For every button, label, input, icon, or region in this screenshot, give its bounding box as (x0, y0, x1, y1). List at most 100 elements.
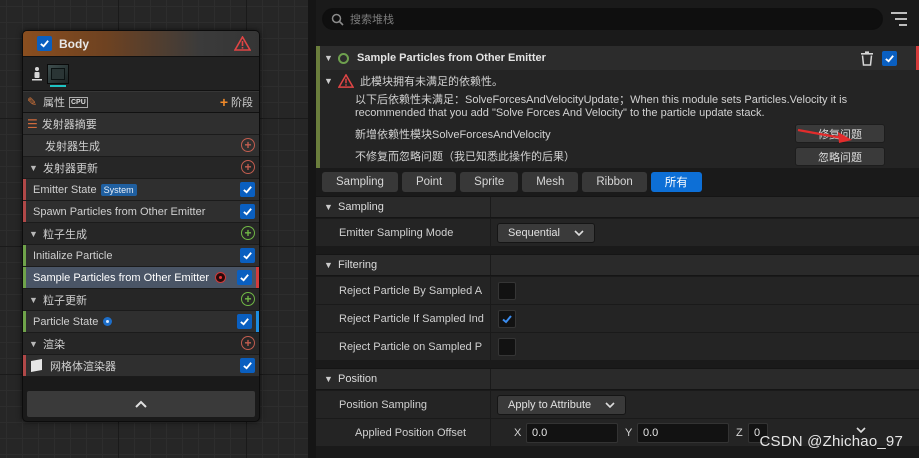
chevron-down-icon (605, 401, 615, 408)
module-enable-checkbox[interactable] (240, 182, 255, 197)
node-header[interactable]: Body (23, 31, 259, 57)
issue-text: recommended that you add "Solve Forces A… (355, 107, 765, 119)
caret-down-icon[interactable]: ▼ (324, 76, 338, 86)
add-renderer-icon[interactable]: + (241, 336, 255, 350)
position-sampling-dropdown[interactable]: Apply to Attribute (497, 394, 627, 415)
section-sampling[interactable]: ▼ Sampling (316, 196, 919, 218)
module-enable-checkbox[interactable] (237, 314, 252, 329)
checkmark-icon (243, 362, 252, 370)
search-bar: 搜索堆栈 (316, 0, 919, 38)
tab-mesh[interactable]: Mesh (522, 172, 579, 192)
collapse-node-button[interactable] (27, 391, 255, 417)
checkmark-icon (243, 208, 252, 216)
search-input[interactable]: 搜索堆栈 (322, 8, 883, 30)
dropdown-value: Apply to Attribute (508, 398, 592, 411)
emitter-spawn-row[interactable]: 发射器生成 + (23, 135, 259, 157)
prop-reject-particle-b: Reject Particle If Sampled Ind (316, 305, 919, 333)
node-title: Body (59, 36, 89, 51)
prop-reject-particle-c: Reject Particle on Sampled P (316, 333, 919, 361)
checkmark-icon (885, 54, 894, 63)
emitter-summary-row[interactable]: ☰ 发射器摘要 (23, 113, 259, 135)
caret-down-icon[interactable]: ▼ (29, 339, 39, 349)
properties-row[interactable]: ✎ 属性 CPU + 阶段 (23, 91, 259, 113)
section-position[interactable]: ▼ Position (316, 368, 919, 390)
list-icon: ☰ (27, 116, 38, 131)
y-label: Y (625, 426, 633, 439)
caret-down-icon[interactable]: ▼ (29, 229, 39, 239)
prop-label: Emitter Sampling Mode (339, 226, 454, 239)
module-row-emitter-state[interactable]: Emitter State System (23, 179, 259, 201)
particle-spawn-section[interactable]: ▼ 粒子生成 + (23, 223, 259, 245)
node-enable-checkbox[interactable] (37, 36, 52, 51)
module-row-particle-state[interactable]: Particle State (23, 311, 259, 333)
section-filtering[interactable]: ▼ Filtering (316, 254, 919, 276)
prop-emitter-sampling-mode: Emitter Sampling Mode Sequential (316, 219, 919, 247)
module-row-spawn-particles[interactable]: Spawn Particles from Other Emitter (23, 201, 259, 223)
trash-icon[interactable] (860, 50, 874, 66)
tab-sampling[interactable]: Sampling (322, 172, 398, 192)
tab-point[interactable]: Point (401, 172, 457, 192)
module-enable-checkbox[interactable] (240, 248, 255, 263)
section-title: Filtering (338, 259, 378, 271)
tab-sprite[interactable]: Sprite (460, 172, 519, 192)
panel-splitter[interactable] (308, 0, 316, 458)
caret-down-icon[interactable]: ▼ (324, 202, 338, 212)
section-title: Position (338, 373, 378, 385)
tab-ribbon[interactable]: Ribbon (582, 172, 647, 192)
checkmark-icon (40, 40, 49, 48)
module-row-initialize-particle[interactable]: Initialize Particle (23, 245, 259, 267)
emitter-sampling-mode-dropdown[interactable]: Sequential (497, 222, 595, 243)
module-row-sample-particles[interactable]: Sample Particles from Other Emitter (23, 267, 259, 289)
caret-down-icon[interactable]: ▼ (29, 295, 39, 305)
chevron-down-icon (574, 229, 584, 236)
particle-update-section[interactable]: ▼ 粒子更新 + (23, 289, 259, 311)
warning-icon[interactable] (234, 36, 251, 51)
ignore-issue-button[interactable]: 忽略问题 (795, 147, 885, 166)
caret-down-icon[interactable]: ▼ (29, 163, 39, 173)
row-label: 粒子生成 (43, 228, 87, 241)
x-input[interactable]: 0.0 (526, 422, 618, 443)
section-title: Sampling (338, 201, 384, 213)
x-label: X (514, 426, 522, 439)
renderer-enable-checkbox[interactable] (240, 358, 255, 373)
red-arrow-annotation (797, 128, 852, 143)
module-enable-checkbox[interactable] (240, 204, 255, 219)
module-enable-checkbox[interactable] (882, 50, 897, 66)
prop-label: Reject Particle If Sampled Ind (339, 312, 484, 325)
checkmark-icon (243, 186, 252, 194)
mesh-thumbnail[interactable] (47, 63, 69, 87)
caret-down-icon[interactable]: ▼ (324, 260, 338, 270)
add-module-icon[interactable]: + (241, 138, 255, 152)
checkmark-icon (502, 314, 512, 323)
filter-menu-icon[interactable] (891, 12, 907, 26)
caret-down-icon[interactable]: ▼ (324, 53, 336, 63)
y-input[interactable]: 0.0 (637, 422, 729, 443)
cpu-badge: CPU (69, 96, 88, 108)
add-module-icon[interactable]: + (241, 292, 255, 306)
reject-b-checkbox[interactable] (498, 309, 516, 328)
reject-a-checkbox[interactable] (498, 281, 516, 300)
issue-header[interactable]: ▼ 此模块拥有未满足的依赖性。 (320, 71, 916, 91)
category-tabs: Sampling Point Sprite Mesh Ribbon 所有 (316, 168, 919, 196)
issue-header-text: 此模块拥有未满足的依赖性。 (360, 76, 503, 88)
add-module-icon[interactable]: + (241, 226, 255, 240)
row-label: Spawn Particles from Other Emitter (33, 205, 206, 218)
add-stage-button[interactable]: + 阶段 (220, 94, 253, 110)
renderer-row-mesh[interactable]: 网格体渲染器 (23, 355, 259, 377)
caret-down-icon[interactable]: ▼ (324, 374, 338, 384)
row-label: Initialize Particle (33, 249, 113, 262)
person-pin-icon[interactable] (31, 66, 43, 82)
module-header[interactable]: ▼ Sample Particles from Other Emitter (316, 46, 919, 70)
prop-label: Reject Particle on Sampled P (339, 340, 483, 353)
emitter-update-section[interactable]: ▼ 发射器更新 + (23, 157, 259, 179)
add-module-icon[interactable]: + (241, 160, 255, 174)
emitter-node[interactable]: Body ✎ 属性 CPU + 阶段 ☰ 发射器摘要 发射器生成 + ▼ 发射器 (22, 30, 260, 422)
tab-all[interactable]: 所有 (650, 172, 702, 192)
module-enable-checkbox[interactable] (237, 270, 252, 285)
prop-position-sampling: Position Sampling Apply to Attribute (316, 391, 919, 419)
reject-c-checkbox[interactable] (498, 337, 516, 356)
watermark: CSDN @Zhichao_97 (759, 433, 903, 450)
render-section[interactable]: ▼ 渲染 + (23, 333, 259, 355)
fix-issue-text: 新增依赖性模块SolveForcesAndVelocity (355, 129, 551, 141)
mesh-renderer-icon (31, 359, 42, 372)
